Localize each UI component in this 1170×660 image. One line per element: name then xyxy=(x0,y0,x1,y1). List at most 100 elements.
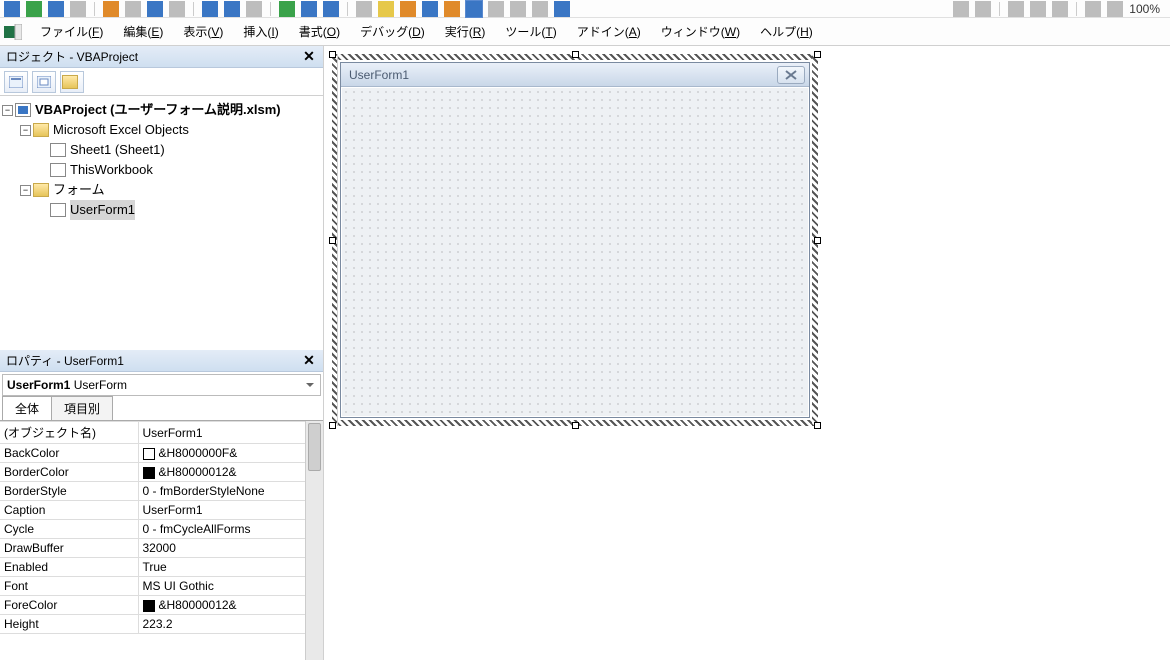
project-tree[interactable]: − VBAProject (ユーザーフォーム説明.xlsm) − Microso… xyxy=(0,96,323,350)
tb-icon[interactable] xyxy=(70,1,86,17)
tb-icon[interactable] xyxy=(125,1,141,17)
divider xyxy=(270,2,271,16)
project-icon xyxy=(15,103,31,117)
tb-icon[interactable] xyxy=(202,1,218,17)
menu-view[interactable]: 表示(V) xyxy=(173,19,233,44)
menu-run[interactable]: 実行(R) xyxy=(435,19,496,44)
tree-label: Microsoft Excel Objects xyxy=(53,120,189,140)
prop-row: Cycle0 - fmCycleAllForms xyxy=(0,520,323,539)
resize-handle-nw[interactable] xyxy=(329,51,336,58)
tb-icon[interactable] xyxy=(246,1,262,17)
collapse-icon[interactable]: − xyxy=(20,125,31,136)
tb-icon[interactable] xyxy=(378,1,394,17)
properties-panel: ロパティ - UserForm1 ✕ UserForm1 UserForm 全体… xyxy=(0,350,323,660)
tb-icon[interactable] xyxy=(1030,1,1046,17)
tb-icon[interactable] xyxy=(975,1,991,17)
form-icon xyxy=(50,203,66,217)
tb-icon[interactable] xyxy=(953,1,969,17)
tb-icon[interactable] xyxy=(400,1,416,17)
tree-thisworkbook[interactable]: ThisWorkbook xyxy=(2,160,321,180)
pause-icon[interactable] xyxy=(301,1,317,17)
prop-row: DrawBuffer32000 xyxy=(0,539,323,558)
userform-selection[interactable]: UserForm1 xyxy=(332,54,818,426)
divider xyxy=(999,2,1000,16)
menu-format[interactable]: 書式(O) xyxy=(289,19,350,44)
userform-canvas[interactable] xyxy=(342,88,808,416)
menu-edit[interactable]: 編集(E) xyxy=(113,19,173,44)
view-object-button[interactable] xyxy=(32,71,56,93)
toggle-folders-button[interactable] xyxy=(60,71,84,93)
resize-handle-e[interactable] xyxy=(814,237,821,244)
menu-addins[interactable]: アドイン(A) xyxy=(567,19,651,44)
menu-window[interactable]: ウィンドウ(W) xyxy=(651,19,750,44)
prop-row: ForeColor&H80000012& xyxy=(0,596,323,615)
folder-icon xyxy=(33,123,49,137)
tb-icon[interactable] xyxy=(4,1,20,17)
collapse-icon[interactable]: − xyxy=(20,185,31,196)
resize-handle-n[interactable] xyxy=(572,51,579,58)
resize-handle-sw[interactable] xyxy=(329,422,336,429)
property-grid[interactable]: (オブジェクト名)UserForm1 BackColor&H8000000F& … xyxy=(0,420,323,660)
tree-label: ThisWorkbook xyxy=(70,160,153,180)
prop-row: BorderStyle0 - fmBorderStyleNone xyxy=(0,482,323,501)
tab-categorized[interactable]: 項目別 xyxy=(51,396,113,420)
tb-icon[interactable] xyxy=(1085,1,1101,17)
prop-row: EnabledTrue xyxy=(0,558,323,577)
menu-file[interactable]: ファイル(F) xyxy=(30,19,113,44)
tree-root[interactable]: − VBAProject (ユーザーフォーム説明.xlsm) xyxy=(2,100,321,120)
tree-label: UserForm1 xyxy=(70,200,135,220)
tb-icon[interactable] xyxy=(26,1,42,17)
tb-icon[interactable] xyxy=(48,1,64,17)
tb-icon[interactable] xyxy=(103,1,119,17)
userform-caption: UserForm1 xyxy=(349,68,409,82)
collapse-icon[interactable]: − xyxy=(2,105,13,116)
zoom-label[interactable]: 100% xyxy=(1129,2,1160,16)
tb-icon[interactable] xyxy=(444,1,460,17)
tree-forms[interactable]: − フォーム xyxy=(2,180,321,200)
tb-icon[interactable] xyxy=(510,1,526,17)
prop-row: (オブジェクト名)UserForm1 xyxy=(0,422,323,444)
userform-close-button[interactable] xyxy=(777,66,805,84)
userform-window[interactable]: UserForm1 xyxy=(340,62,810,418)
tb-icon[interactable] xyxy=(422,1,438,17)
tree-userform1[interactable]: UserForm1 xyxy=(2,200,321,220)
project-title-text: ロジェクト - VBAProject xyxy=(6,48,138,65)
scrollbar-thumb[interactable] xyxy=(308,423,321,471)
resize-handle-ne[interactable] xyxy=(814,51,821,58)
stop-icon[interactable] xyxy=(323,1,339,17)
property-scrollbar[interactable] xyxy=(305,421,323,660)
sheet-icon xyxy=(50,143,66,157)
prop-row: BackColor&H8000000F& xyxy=(0,444,323,463)
tb-icon[interactable] xyxy=(554,1,570,17)
menu-tools[interactable]: ツール(T) xyxy=(495,19,566,44)
resize-handle-s[interactable] xyxy=(572,422,579,429)
tb-icon[interactable] xyxy=(147,1,163,17)
tb-icon[interactable] xyxy=(1107,1,1123,17)
tb-icon[interactable] xyxy=(169,1,185,17)
object-selector[interactable]: UserForm1 UserForm xyxy=(2,374,321,396)
menu-bar: ファイル(F) 編集(E) 表示(V) 挿入(I) 書式(O) デバッグ(D) … xyxy=(0,18,1170,46)
userform-titlebar[interactable]: UserForm1 xyxy=(341,63,809,87)
resize-handle-w[interactable] xyxy=(329,237,336,244)
resize-handle-se[interactable] xyxy=(814,422,821,429)
folder-icon xyxy=(33,183,49,197)
properties-close-button[interactable]: ✕ xyxy=(299,352,319,370)
tb-icon[interactable] xyxy=(532,1,548,17)
tab-alphabetic[interactable]: 全体 xyxy=(2,396,52,420)
project-close-button[interactable]: ✕ xyxy=(299,48,319,66)
view-code-button[interactable] xyxy=(4,71,28,93)
menu-insert[interactable]: 挿入(I) xyxy=(233,19,288,44)
tb-icon[interactable] xyxy=(488,1,504,17)
tb-icon[interactable] xyxy=(356,1,372,17)
tb-icon[interactable] xyxy=(224,1,240,17)
tb-icon[interactable] xyxy=(1052,1,1068,17)
menu-help[interactable]: ヘルプ(H) xyxy=(750,19,823,44)
tb-icon-active[interactable] xyxy=(466,1,482,17)
prop-row: Height223.2 xyxy=(0,615,323,634)
form-designer-area[interactable]: UserForm1 xyxy=(324,46,1170,660)
run-icon[interactable] xyxy=(279,1,295,17)
tb-icon[interactable] xyxy=(1008,1,1024,17)
tree-excel-objects[interactable]: − Microsoft Excel Objects xyxy=(2,120,321,140)
tree-sheet1[interactable]: Sheet1 (Sheet1) xyxy=(2,140,321,160)
menu-debug[interactable]: デバッグ(D) xyxy=(350,19,435,44)
